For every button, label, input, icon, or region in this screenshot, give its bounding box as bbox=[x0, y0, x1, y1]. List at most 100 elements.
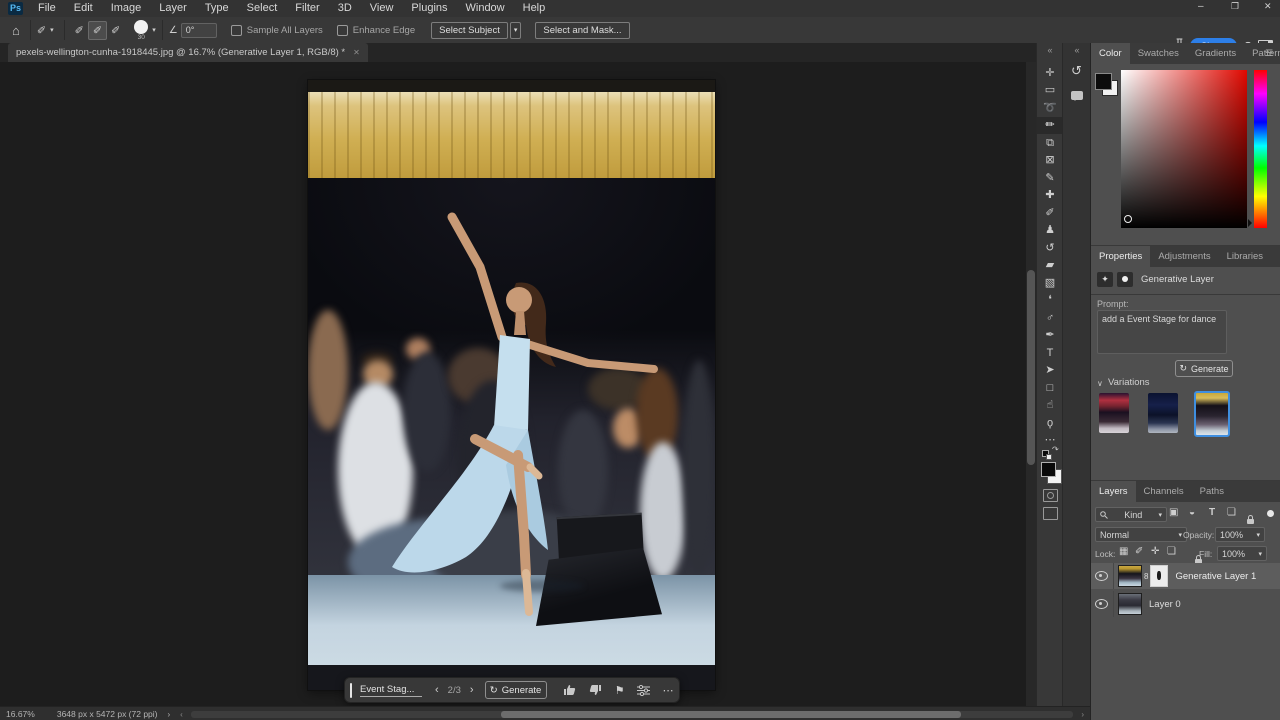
blend-mode-select[interactable]: Normal ▾ bbox=[1095, 527, 1187, 542]
filter-smart-objects-icon[interactable] bbox=[1247, 519, 1254, 524]
tab-color[interactable]: Color bbox=[1091, 43, 1130, 64]
horizontal-scrollbar-thumb[interactable] bbox=[501, 711, 961, 718]
select-and-mask-button[interactable]: Select and Mask... bbox=[535, 22, 629, 39]
layer-thumbnail[interactable] bbox=[1118, 565, 1142, 587]
comments-panel-icon[interactable] bbox=[1071, 91, 1083, 100]
tab-swatches[interactable]: Swatches bbox=[1130, 43, 1187, 64]
filter-shape-layers-icon[interactable]: ❏ bbox=[1227, 507, 1236, 518]
filter-type-layers-icon[interactable]: T bbox=[1209, 507, 1215, 518]
tool-preset-chevron-icon[interactable]: ▾ bbox=[50, 26, 54, 34]
fill-value[interactable]: 100% ▾ bbox=[1217, 546, 1267, 561]
swap-colors-icon[interactable]: ↷ bbox=[1052, 445, 1059, 454]
tab-gradients[interactable]: Gradients bbox=[1187, 43, 1244, 64]
color-saturation-square[interactable] bbox=[1121, 70, 1247, 228]
home-icon[interactable]: ⌂ bbox=[12, 23, 20, 38]
layer-name[interactable]: Layer 0 bbox=[1149, 599, 1181, 610]
variation-thumbnail-3-selected[interactable] bbox=[1194, 391, 1230, 437]
layer-name[interactable]: Generative Layer 1 bbox=[1175, 571, 1256, 582]
collapse-panels-icon[interactable]: « bbox=[1063, 43, 1091, 57]
filter-pixel-layers-icon[interactable]: ▣ bbox=[1169, 507, 1178, 518]
enhance-edge-checkbox[interactable]: Enhance Edge bbox=[337, 25, 415, 36]
edit-toolbar-icon[interactable]: ⋯ bbox=[1037, 432, 1063, 449]
gradient-tool[interactable]: ▧ bbox=[1037, 275, 1063, 292]
tab-properties[interactable]: Properties bbox=[1091, 246, 1150, 267]
visibility-eye-icon[interactable] bbox=[1095, 599, 1108, 609]
brush-size-chevron-icon[interactable]: ▾ bbox=[152, 26, 156, 34]
history-brush-tool[interactable]: ↺ bbox=[1037, 240, 1063, 257]
layer-row-background[interactable]: Layer 0 bbox=[1091, 591, 1280, 617]
menu-plugins[interactable]: Plugins bbox=[402, 0, 456, 17]
angle-input[interactable]: 0° bbox=[181, 23, 217, 38]
report-flag-icon[interactable]: ⚑ bbox=[615, 684, 625, 697]
screen-mode-icon[interactable] bbox=[1043, 507, 1058, 520]
collapse-toolbar-icon[interactable]: « bbox=[1037, 43, 1063, 57]
layer-mask-thumbnail[interactable] bbox=[1150, 565, 1168, 587]
menu-view[interactable]: View bbox=[361, 0, 403, 17]
brush-tool[interactable]: ✐ bbox=[1037, 205, 1063, 222]
mask-link-icon[interactable]: 8 bbox=[1144, 572, 1148, 581]
dodge-tool[interactable]: ♂ bbox=[1037, 310, 1063, 327]
scroll-right-icon[interactable]: › bbox=[1081, 710, 1084, 719]
variation-thumbnail-2[interactable] bbox=[1148, 393, 1178, 433]
variation-thumbnail-1[interactable] bbox=[1099, 393, 1129, 433]
thumbs-up-icon[interactable] bbox=[563, 684, 576, 696]
taskbar-drag-handle[interactable] bbox=[350, 683, 352, 698]
brush-size-picker[interactable]: 30 bbox=[134, 20, 148, 41]
layer-row-generative[interactable]: 8 Generative Layer 1 bbox=[1091, 563, 1280, 589]
close-icon[interactable]: ✕ bbox=[1264, 1, 1272, 12]
healing-brush-tool[interactable]: ✚ bbox=[1037, 187, 1063, 204]
rectangle-tool[interactable]: □ bbox=[1037, 380, 1063, 397]
minimize-icon[interactable]: – bbox=[1198, 1, 1204, 12]
history-panel-icon[interactable]: ↺ bbox=[1071, 63, 1082, 79]
menu-file[interactable]: File bbox=[29, 0, 65, 17]
layer-thumbnail[interactable] bbox=[1118, 593, 1142, 615]
menu-layer[interactable]: Layer bbox=[150, 0, 196, 17]
lock-frame-icon[interactable]: ❏ bbox=[1167, 546, 1176, 557]
previous-variation-icon[interactable]: ‹ bbox=[435, 684, 439, 696]
brush-mode-subtract-icon[interactable]: ✐ bbox=[107, 22, 124, 39]
type-tool[interactable]: T bbox=[1037, 345, 1063, 362]
select-subject-dropdown[interactable]: ▾ bbox=[510, 22, 522, 39]
settings-sliders-icon[interactable] bbox=[637, 685, 650, 696]
menu-image[interactable]: Image bbox=[102, 0, 151, 17]
filter-adjustment-layers-icon[interactable]: ◒ bbox=[1189, 507, 1195, 518]
pen-tool[interactable]: ✒ bbox=[1037, 327, 1063, 344]
tool-preset-icon[interactable]: ✐ bbox=[37, 24, 46, 37]
tab-close-icon[interactable]: ✕ bbox=[353, 48, 360, 57]
selection-brush-tool[interactable]: ✏ bbox=[1037, 117, 1063, 134]
clone-stamp-tool[interactable]: ♟ bbox=[1037, 222, 1063, 239]
taskbar-generate-button[interactable]: ↻ Generate bbox=[485, 681, 547, 699]
brush-mode-new-icon[interactable]: ✐ bbox=[71, 22, 88, 39]
foreground-color-swatch[interactable] bbox=[1095, 73, 1112, 90]
frame-tool[interactable]: ⊠ bbox=[1037, 152, 1063, 169]
photo-canvas[interactable] bbox=[308, 80, 715, 690]
taskbar-prompt-input[interactable]: Event Stag... bbox=[360, 684, 422, 697]
hue-marker[interactable] bbox=[1248, 219, 1256, 227]
zoom-tool[interactable]: ϙ bbox=[1037, 415, 1063, 432]
prompt-textarea[interactable]: add a Event Stage for dance bbox=[1097, 310, 1227, 354]
lock-paint-icon[interactable]: ✐ bbox=[1135, 546, 1143, 557]
lasso-tool[interactable]: ➰ bbox=[1037, 100, 1063, 117]
color-picker-marker[interactable] bbox=[1124, 215, 1132, 223]
document-tab[interactable]: pexels-wellington-cunha-1918445.jpg @ 16… bbox=[8, 43, 368, 62]
foreground-color-swatch[interactable] bbox=[1041, 462, 1056, 477]
path-selection-tool[interactable]: ➤ bbox=[1037, 362, 1063, 379]
opacity-value[interactable]: 100% ▾ bbox=[1215, 527, 1265, 542]
brush-mode-add-icon[interactable]: ✐ bbox=[88, 21, 107, 40]
visibility-eye-icon[interactable] bbox=[1095, 571, 1108, 581]
lock-move-icon[interactable]: ✛ bbox=[1151, 546, 1159, 557]
marquee-tool[interactable]: ▭ bbox=[1037, 82, 1063, 99]
tab-channels[interactable]: Channels bbox=[1136, 481, 1192, 502]
menu-help[interactable]: Help bbox=[514, 0, 555, 17]
crop-tool[interactable]: ⧉ bbox=[1037, 135, 1063, 152]
hue-strip[interactable] bbox=[1254, 70, 1267, 228]
next-variation-icon[interactable]: › bbox=[470, 684, 474, 696]
scroll-left-icon[interactable]: ‹ bbox=[180, 710, 183, 719]
vertical-scrollbar-thumb[interactable] bbox=[1027, 270, 1035, 465]
lock-transparent-icon[interactable]: ▦ bbox=[1119, 546, 1128, 557]
menu-select[interactable]: Select bbox=[238, 0, 287, 17]
eyedropper-tool[interactable]: ✎ bbox=[1037, 170, 1063, 187]
panel-menu-icon[interactable]: ☰ bbox=[1265, 48, 1273, 59]
zoom-level[interactable]: 16.67% bbox=[6, 709, 35, 719]
tab-adjustments[interactable]: Adjustments bbox=[1150, 246, 1218, 267]
